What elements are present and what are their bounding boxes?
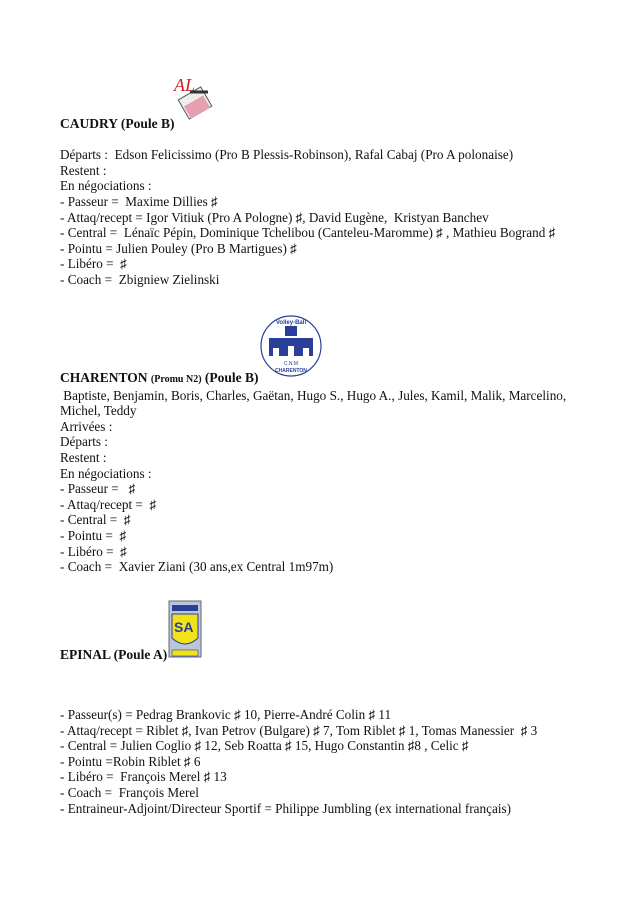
line: Restent :: [60, 162, 107, 178]
line: - Pointu = ♯: [60, 527, 127, 543]
club-name: CHARENTON: [60, 370, 148, 385]
svg-text:Volley-Ball: Volley-Ball: [276, 320, 307, 326]
line: - Entraineur-Adjoint/Directeur Sportif =…: [60, 800, 512, 816]
line: - Passeur = ♯: [60, 481, 136, 497]
club-epinal-roster: - Passeur(s) = Pedrag Brankovic ♯ 10, Pi…: [60, 707, 580, 816]
line: - Libéro = ♯: [60, 543, 127, 559]
line: Départs :: [60, 434, 108, 450]
line: Baptiste, Benjamin, Boris, Charles, Gaët…: [60, 387, 567, 403]
svg-text:SA: SA: [174, 619, 193, 635]
line: Restent :: [60, 449, 107, 465]
line: - Libéro = François Merel ♯ 13: [60, 769, 227, 785]
line: - Central = Julien Coglio ♯ 12, Seb Roat…: [60, 738, 469, 754]
line: - Passeur(s) = Pedrag Brankovic ♯ 10, Pi…: [60, 707, 392, 722]
line: - Passeur = Maxime Dillies ♯: [60, 193, 218, 209]
line: - Central = ♯: [60, 512, 131, 528]
line: En négociations :: [60, 465, 152, 481]
line: Arrivées :: [60, 418, 113, 434]
club-epinal: EPINAL (Poule A): [60, 647, 580, 663]
document-page: AL CAUDRY (Poule B) Départs : Edson Feli…: [0, 0, 640, 905]
line: Départs : Edson Felicissimo (Pro B Pless…: [60, 147, 514, 163]
club-name: EPINAL: [60, 647, 111, 662]
line: - Coach = Xavier Ziani (30 ans,ex Centra…: [60, 559, 334, 575]
line: - Attaq/recept = Igor Vitiuk (Pro A Polo…: [60, 209, 489, 225]
club-name: CAUDRY: [60, 116, 118, 131]
club-charenton: CHARENTON (Promu N2) (Poule B) Baptiste,…: [60, 370, 580, 575]
line: - Pointu =Robin Riblet ♯ 6: [60, 753, 201, 769]
charenton-logo: Volley-Ball C.N.M CHARENTON: [260, 315, 322, 377]
club-pool: (Poule B): [120, 116, 175, 131]
club-pool: (Poule B): [204, 370, 259, 385]
line: Michel, Teddy: [60, 403, 137, 419]
line: - Pointu = Julien Pouley (Pro B Martigue…: [60, 240, 297, 256]
club-caudry: CAUDRY (Poule B) Départs : Edson Felicis…: [60, 116, 580, 288]
line: - Libéro = ♯: [60, 256, 127, 272]
line: - Central = Lénaïc Pépin, Dominique Tche…: [60, 225, 556, 241]
line: En négociations :: [60, 178, 152, 194]
club-pool: (Poule A): [113, 647, 168, 662]
line: - Attaq/recept = ♯: [60, 496, 157, 512]
club-promo: (Promu N2): [150, 374, 202, 385]
line: - Coach = Zbigniew Zielinski: [60, 271, 220, 287]
svg-text:C.N.M: C.N.M: [284, 361, 298, 367]
line: - Coach = François Merel: [60, 784, 199, 800]
line: - Attaq/recept = Riblet ♯, Ivan Petrov (…: [60, 722, 538, 738]
